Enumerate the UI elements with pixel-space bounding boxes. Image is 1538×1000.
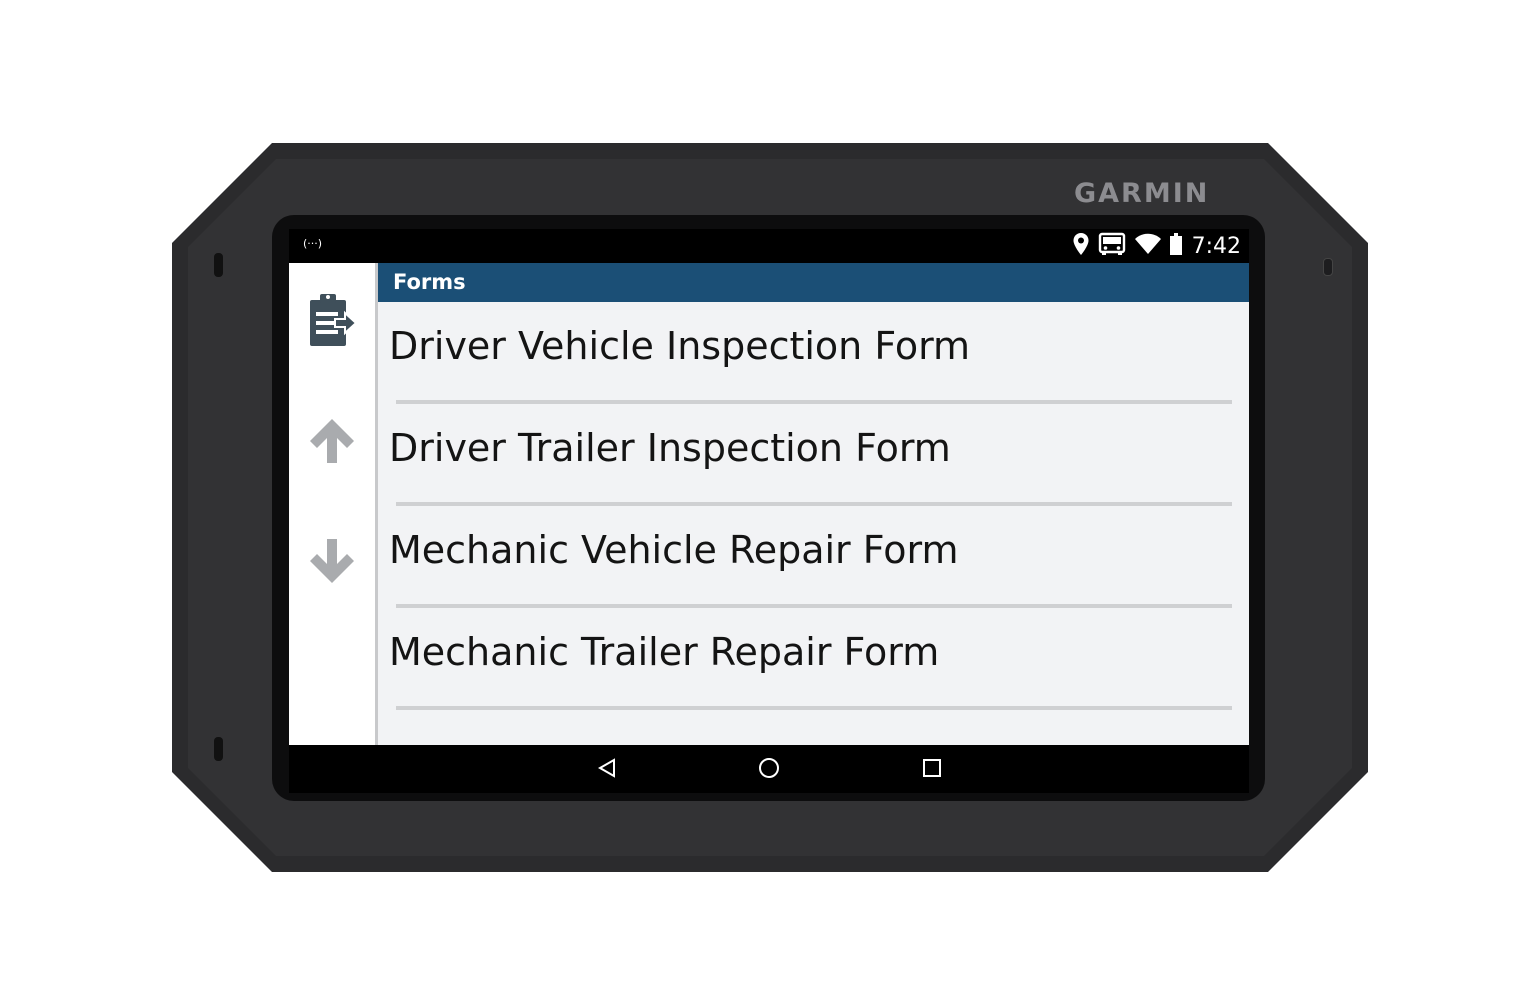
device-speaker-slot [214,737,223,761]
back-button[interactable] [594,757,620,783]
list-item-driver-trailer-inspection[interactable]: Driver Trailer Inspection Form [378,404,1249,506]
sidebar [289,263,378,745]
list-item-mechanic-vehicle-repair[interactable]: Mechanic Vehicle Repair Form [378,506,1249,608]
list-item-label: Driver Trailer Inspection Form [389,426,951,470]
forms-list: Driver Vehicle Inspection Form Driver Tr… [378,302,1249,710]
forms-button[interactable] [289,283,375,363]
truck-icon [1098,232,1126,260]
status-bar: (···) 7:42 [289,229,1249,263]
divider [396,706,1232,710]
scroll-down-button[interactable] [289,533,375,593]
location-pin-icon [1072,232,1090,260]
list-item-label: Mechanic Vehicle Repair Form [389,528,959,572]
scroll-down-arrow-icon [307,536,357,590]
status-icons: 7:42 [1072,229,1241,263]
page-title: Forms [378,263,1249,302]
back-icon [597,758,617,782]
battery-icon [1169,233,1182,259]
home-icon [758,757,780,783]
list-item-label: Driver Vehicle Inspection Form [389,324,971,368]
forms-panel: Forms Driver Vehicle Inspection Form Dri… [378,263,1249,745]
status-time: 7:42 [1191,233,1241,259]
home-button[interactable] [756,757,782,783]
screen: (···) 7:42 Forms Driver Vehicle Inspecti… [289,229,1249,793]
device-speaker-slot [214,253,223,277]
scroll-up-button[interactable] [289,413,375,473]
scroll-up-arrow-icon [307,416,357,470]
brand-logo: GARMIN [1074,178,1210,209]
list-item-driver-vehicle-inspection[interactable]: Driver Vehicle Inspection Form [378,302,1249,404]
recent-apps-button[interactable] [919,757,945,783]
navigation-bar [289,745,1249,793]
list-item-label: Mechanic Trailer Repair Form [389,630,940,674]
wifi-icon [1134,233,1162,259]
light-sensor [1323,258,1333,276]
recent-apps-icon [922,758,942,782]
status-indicator: (···) [303,237,323,250]
forms-clipboard-icon [307,292,358,354]
list-item-mechanic-trailer-repair[interactable]: Mechanic Trailer Repair Form [378,608,1249,710]
